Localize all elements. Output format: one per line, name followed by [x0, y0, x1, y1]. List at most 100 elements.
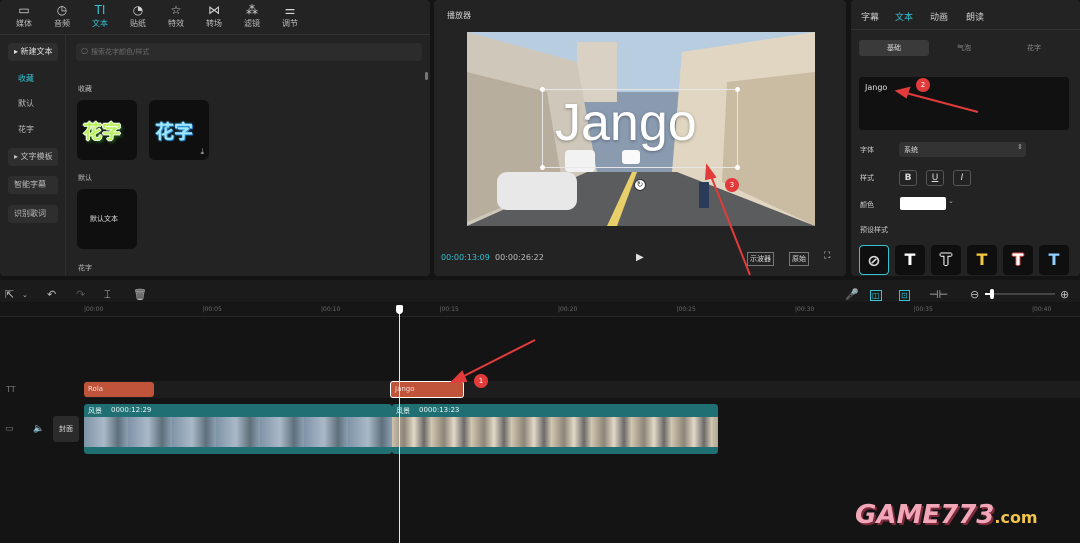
tool-transition[interactable]: ⋈ 转场: [196, 2, 232, 32]
download-icon[interactable]: ⤓: [200, 147, 204, 157]
ruler-tick-label: |00:25: [676, 306, 696, 313]
preset-style-button[interactable]: T: [1039, 245, 1069, 275]
nav-lyrics[interactable]: 识别歌词: [8, 205, 58, 223]
clip-label: Rola: [88, 385, 104, 393]
zoom-out-icon[interactable]: ⊖: [970, 288, 979, 301]
nav-templates[interactable]: ▸ 文字模板: [8, 148, 58, 166]
underline-button[interactable]: U: [926, 170, 944, 186]
tab-subtitle[interactable]: 字幕: [861, 10, 879, 23]
text-content-value[interactable]: Jango: [865, 83, 887, 92]
preset-style-button[interactable]: T: [967, 245, 997, 275]
clip-thumbnails: [84, 417, 392, 447]
tool-sticker[interactable]: ◔ 贴纸: [120, 2, 156, 32]
color-label: 颜色: [860, 201, 874, 209]
subtab-bubble[interactable]: 气泡: [929, 40, 999, 56]
mute-icon[interactable]: 🔈: [33, 424, 44, 434]
preset-style-button[interactable]: T: [1003, 245, 1033, 275]
tool-media[interactable]: ▭ 媒体: [6, 2, 42, 32]
snap-icon[interactable]: ⊡: [899, 290, 910, 301]
preview-axis-icon[interactable]: ⊣⊢: [929, 288, 948, 301]
scope-button[interactable]: 示波器: [747, 252, 774, 266]
playhead-handle[interactable]: [396, 305, 403, 314]
delete-icon[interactable]: 🗑: [133, 288, 147, 301]
tool-filter[interactable]: ⁂ 滤镜: [234, 2, 270, 32]
bold-button[interactable]: B: [899, 170, 917, 186]
tool-adjust[interactable]: ⚌ 调节: [272, 2, 308, 32]
nav-smart-subtitles[interactable]: 智能字幕: [8, 176, 58, 194]
text-handle[interactable]: [735, 165, 740, 170]
thumb-label: 花字: [155, 121, 194, 143]
fancy-text-thumb-blue[interactable]: 花字 ⤓: [149, 100, 209, 160]
tool-effects[interactable]: ☆ 特效: [158, 2, 194, 32]
tool-text[interactable]: TI 文本: [82, 2, 118, 32]
filter-icon: ⁂: [246, 3, 258, 17]
zoom-slider[interactable]: [985, 289, 1055, 299]
fancy-text-thumb-green[interactable]: 花字: [77, 100, 137, 160]
preset-none-button[interactable]: ⊘: [859, 245, 889, 275]
text-selection-box[interactable]: Jango: [540, 87, 740, 170]
adjust-icon: ⚌: [284, 3, 296, 17]
search-box[interactable]: ○ 搜索花字颜色/样式: [76, 43, 422, 61]
cover-button[interactable]: 封面: [53, 416, 79, 442]
link-icon[interactable]: ◫: [870, 290, 882, 301]
nav-favorites[interactable]: 收藏: [8, 70, 58, 88]
preset-style-button[interactable]: T: [895, 245, 925, 275]
preset-style-button[interactable]: T: [931, 245, 961, 275]
zoom-in-icon[interactable]: ⊕: [1060, 288, 1069, 301]
font-value: 系统: [904, 146, 918, 154]
playhead[interactable]: [399, 309, 400, 543]
text-track-bg: [84, 381, 1080, 398]
undo-icon[interactable]: ↶: [47, 288, 56, 301]
microphone-icon[interactable]: 🎤: [845, 288, 859, 301]
original-button[interactable]: 原始: [789, 252, 809, 266]
toolbar: ▭ 媒体 ◷ 音频 TI 文本 ◔ 贴纸 ☆ 特效 ⋈ 转场 ⁂ 滤镜 ⚌ 调节: [0, 0, 430, 34]
italic-button[interactable]: I: [953, 170, 971, 186]
text-handle[interactable]: [735, 87, 740, 92]
annotation-badge-1: 1: [474, 374, 488, 388]
search-input[interactable]: 搜索花字颜色/样式: [91, 47, 149, 57]
subtab-fancy[interactable]: 花字: [999, 40, 1069, 56]
annotation-badge-2: 2: [916, 78, 930, 92]
chevron-down-icon[interactable]: ⌄: [22, 291, 28, 299]
chevron-updown-icon: ⇕: [1017, 143, 1023, 151]
preset-label: 预设样式: [860, 226, 888, 234]
tab-read-aloud[interactable]: 朗读: [966, 10, 984, 23]
clip-thumbnails: [392, 417, 718, 447]
text-clip-rola[interactable]: Rola: [84, 382, 154, 397]
nav-default[interactable]: 默认: [8, 95, 58, 113]
section-default: 默认: [78, 174, 92, 182]
tab-animation[interactable]: 动画: [930, 10, 948, 23]
nav-fancy[interactable]: 花字: [8, 121, 58, 139]
video-clip-2[interactable]: 风景 0000:13:23: [392, 404, 718, 454]
clip-duration: 0000:12:29: [111, 406, 152, 414]
play-icon[interactable]: ▶: [636, 252, 644, 263]
split-icon[interactable]: ⌶: [104, 288, 111, 302]
text-handle[interactable]: [540, 165, 545, 170]
subtab-basic[interactable]: 基础: [859, 40, 929, 56]
text-content-field[interactable]: Jango: [859, 77, 1069, 130]
tab-text[interactable]: 文本: [895, 10, 913, 23]
rotate-icon[interactable]: ↻: [634, 179, 646, 191]
font-select[interactable]: 系统 ⇕: [899, 142, 1026, 157]
nav-new-text[interactable]: ▸ 新建文本: [8, 43, 58, 61]
text-clip-jango[interactable]: Jango: [390, 381, 464, 398]
zoom-slider-handle[interactable]: [990, 289, 994, 299]
sticker-icon: ◔: [132, 3, 144, 17]
pointer-icon[interactable]: ⇱: [5, 288, 14, 301]
video-clip-1[interactable]: 风景 0000:12:29: [84, 404, 392, 454]
video-preview[interactable]: Jango ↻: [467, 32, 815, 226]
text-icon: TI: [94, 3, 106, 17]
library-scrollbar[interactable]: [425, 72, 428, 80]
tool-audio[interactable]: ◷ 音频: [44, 2, 80, 32]
text-handle[interactable]: [540, 87, 545, 92]
chevron-down-icon[interactable]: ⌄: [948, 197, 954, 205]
redo-icon[interactable]: ↷: [76, 288, 85, 301]
media-icon: ▭: [18, 3, 30, 17]
default-text-thumb[interactable]: 默认文本: [77, 189, 137, 249]
color-swatch[interactable]: [900, 197, 946, 210]
style-label: 样式: [860, 174, 874, 182]
annotation-badge-3: 3: [725, 178, 739, 192]
fullscreen-icon[interactable]: ⛶: [824, 251, 830, 261]
clip-name: 风景: [88, 407, 102, 415]
video-track-icon: ▭: [5, 424, 14, 434]
